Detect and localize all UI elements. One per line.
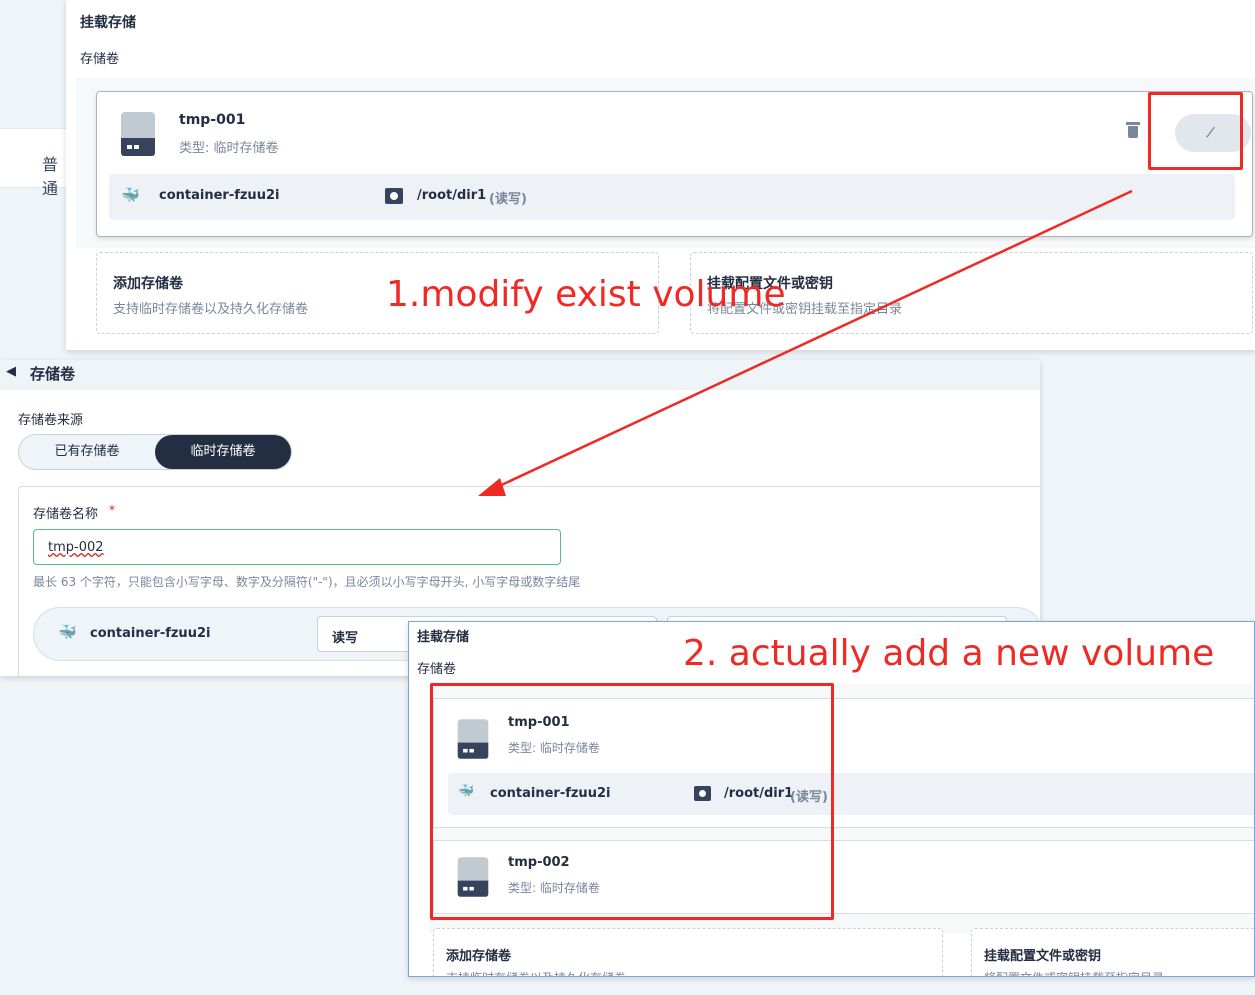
annotation-step2: 2. actually add a new volume [683, 633, 1215, 674]
annotation-arrow [478, 189, 1133, 496]
annotation-step1: 1.modify exist volume [386, 274, 786, 315]
